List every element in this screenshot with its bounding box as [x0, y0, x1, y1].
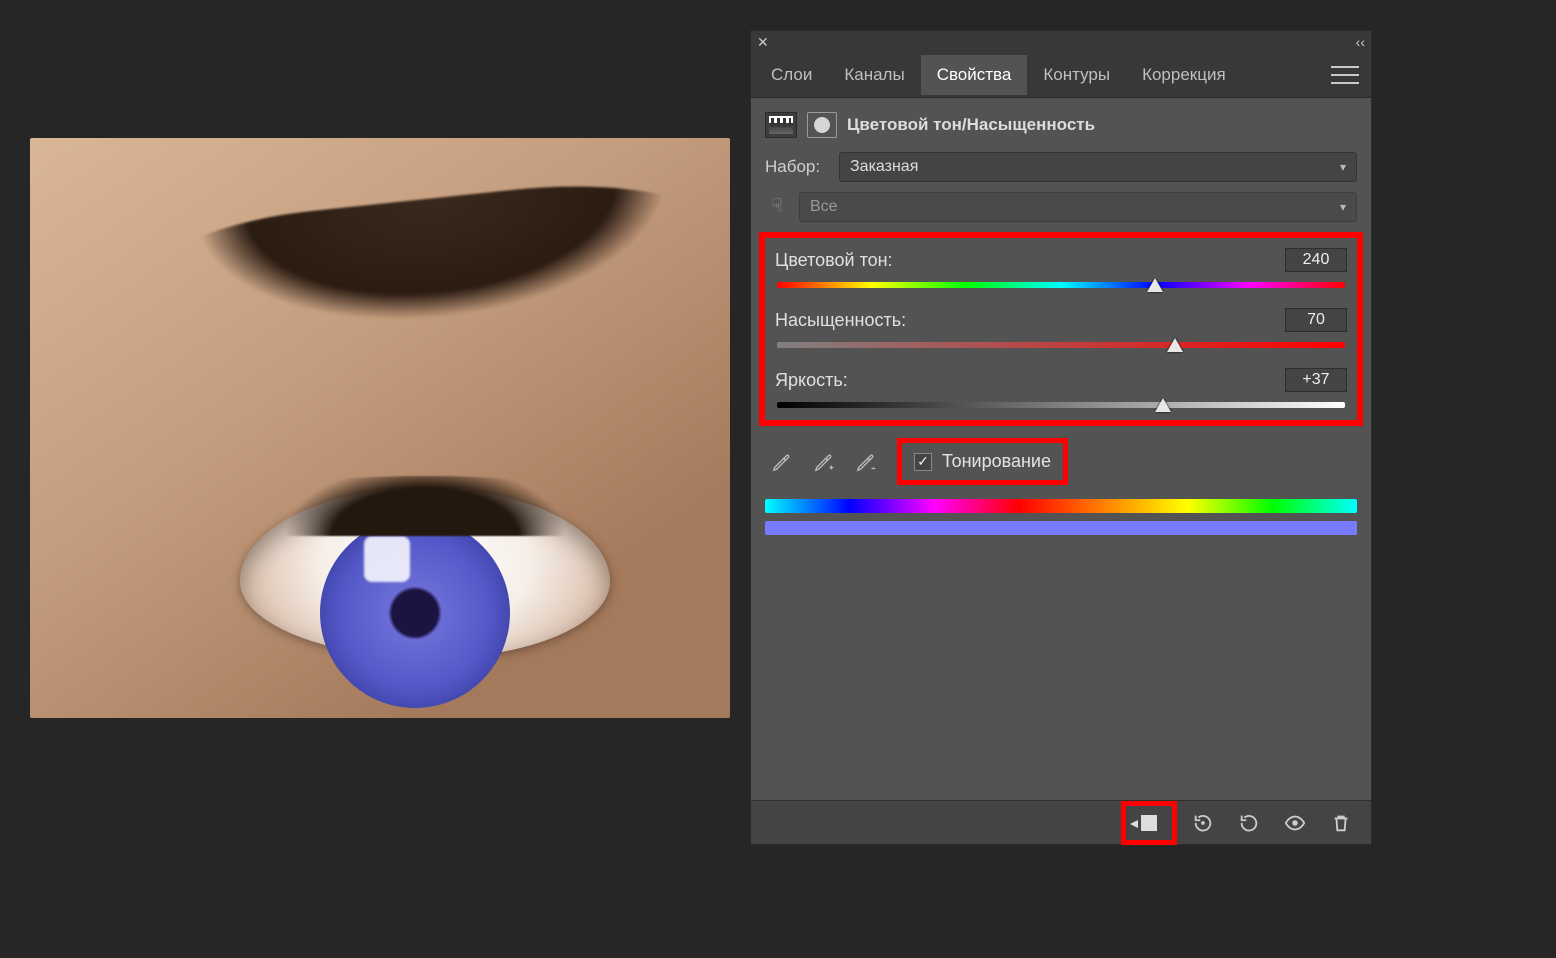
tab-paths[interactable]: Контуры: [1027, 55, 1126, 95]
range-select[interactable]: Все ▾: [799, 192, 1357, 222]
panel-titlebar: ✕ ‹‹: [751, 31, 1371, 53]
spectrum-bars: [765, 499, 1357, 535]
eyedropper-row: ✓ Тонирование: [765, 438, 1357, 485]
spectrum-source[interactable]: [765, 499, 1357, 513]
colorize-checkbox[interactable]: ✓: [914, 453, 932, 471]
close-icon[interactable]: ✕: [757, 34, 769, 51]
tab-channels[interactable]: Каналы: [828, 55, 920, 95]
lightness-param: Яркость:: [775, 368, 1347, 410]
lightness-slider[interactable]: [777, 400, 1345, 410]
layer-mask-icon[interactable]: [807, 112, 837, 138]
preset-label: Набор:: [765, 157, 829, 177]
chevron-down-icon: ▾: [1340, 160, 1346, 174]
eye-iris: [320, 518, 510, 708]
range-row: ☟ Все ▾: [765, 192, 1357, 222]
properties-panel: ✕ ‹‹ Слои Каналы Свойства Контуры Коррек…: [750, 30, 1372, 845]
spectrum-result[interactable]: [765, 521, 1357, 535]
hue-param: Цветовой тон:: [775, 248, 1347, 290]
preset-select[interactable]: Заказная ▾: [839, 152, 1357, 182]
eyebrow-shape: [153, 169, 728, 397]
saturation-slider[interactable]: [777, 340, 1345, 350]
colorize-label: Тонирование: [942, 451, 1051, 472]
hue-label: Цветовой тон:: [775, 250, 893, 271]
panel-tabs: Слои Каналы Свойства Контуры Коррекция: [751, 53, 1371, 98]
delete-icon[interactable]: [1321, 807, 1361, 839]
eyedropper-subtract-icon[interactable]: [849, 445, 883, 479]
hue-input[interactable]: [1285, 248, 1347, 272]
adjustment-header: Цветовой тон/Насыщенность: [751, 98, 1371, 152]
chevron-down-icon: ▾: [1340, 200, 1346, 214]
target-adjust-icon[interactable]: ☟: [765, 195, 789, 219]
adjustment-title: Цветовой тон/Насыщенность: [847, 115, 1095, 135]
tab-layers[interactable]: Слои: [755, 55, 828, 95]
saturation-input[interactable]: [1285, 308, 1347, 332]
clip-to-layer-icon[interactable]: [1121, 801, 1177, 845]
lightness-label: Яркость:: [775, 370, 848, 391]
saturation-param: Насыщенность:: [775, 308, 1347, 350]
visibility-icon[interactable]: [1275, 807, 1315, 839]
view-previous-state-icon[interactable]: [1183, 807, 1223, 839]
saturation-label: Насыщенность:: [775, 310, 906, 331]
reset-icon[interactable]: [1229, 807, 1269, 839]
panel-menu-icon[interactable]: [1331, 66, 1359, 84]
panel-body: Набор: Заказная ▾ ☟ Все ▾ Цветовой тон:: [751, 152, 1371, 800]
eyelashes: [230, 476, 620, 536]
document-canvas[interactable]: [30, 138, 730, 718]
tab-adjustments[interactable]: Коррекция: [1126, 55, 1242, 95]
hue-slider[interactable]: [777, 280, 1345, 290]
collapse-icon[interactable]: ‹‹: [1356, 34, 1365, 50]
range-value: Все: [810, 198, 838, 216]
eyedropper-icon[interactable]: [765, 445, 799, 479]
hue-saturation-icon: [765, 112, 797, 138]
colorize-highlight: ✓ Тонирование: [897, 438, 1068, 485]
eyedropper-add-icon[interactable]: [807, 445, 841, 479]
panel-footer: [751, 800, 1371, 844]
lightness-input[interactable]: [1285, 368, 1347, 392]
tab-properties[interactable]: Свойства: [921, 55, 1028, 95]
preset-value: Заказная: [850, 158, 918, 176]
sliders-highlight: Цветовой тон: Насыщенность:: [759, 232, 1363, 426]
preset-row: Набор: Заказная ▾: [765, 152, 1357, 182]
